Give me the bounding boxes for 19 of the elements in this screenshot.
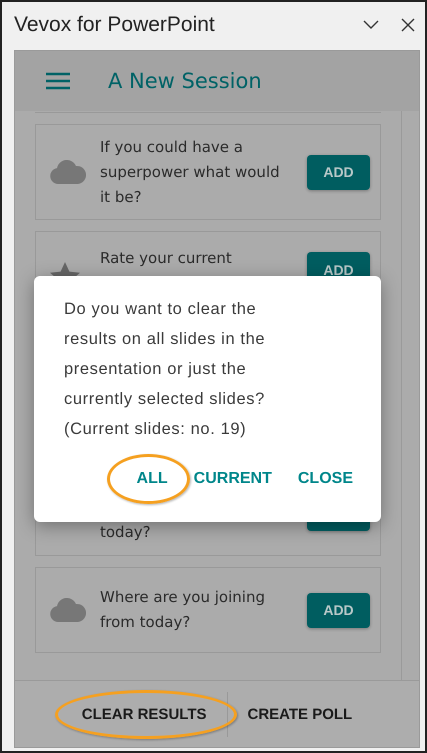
dialog-button[interactable]: CURRENT (186, 466, 280, 492)
dialog-button[interactable]: CLOSE (290, 466, 361, 492)
session-title: A New Session (108, 69, 262, 93)
dialog-button[interactable]: ALL (128, 466, 176, 492)
close-icon[interactable] (401, 18, 415, 32)
footer-button[interactable]: CREATE POLL (246, 702, 354, 726)
question-text: Where are you joining from today? (100, 588, 265, 631)
question-text: Rate your current (100, 249, 232, 267)
menu-icon[interactable] (46, 72, 70, 90)
cloud-icon (50, 598, 86, 622)
footer-button[interactable]: CLEAR RESULTS (80, 702, 208, 726)
cloud-icon (50, 160, 86, 184)
add-button[interactable]: ADD (307, 154, 370, 190)
chevron-down-icon[interactable] (363, 20, 379, 30)
dialog-message: Do you want to clear the results on all slides in the presentation or just the currently selected slides? (Current slides: no. 19) (64, 299, 266, 440)
window-title: Vevox for PowerPoint (14, 13, 216, 37)
question-text: today? (100, 523, 151, 541)
add-button[interactable]: ADD (307, 592, 370, 628)
question-text: If you could have a superpower what would it be? (100, 138, 280, 206)
